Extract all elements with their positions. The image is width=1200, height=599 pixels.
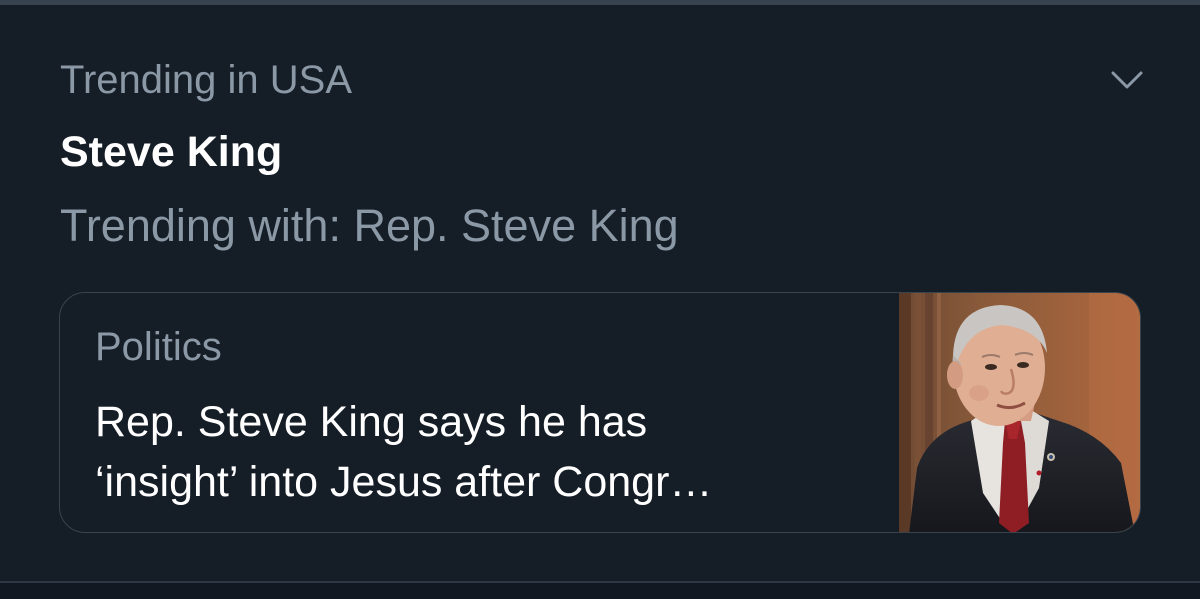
trend-title[interactable]: Steve King: [60, 127, 282, 177]
trend-screen: Trending in USA Steve King Trending with…: [0, 0, 1200, 599]
trending-with-text: Trending with: Rep. Steve King: [60, 200, 679, 251]
card-category: Politics: [95, 325, 222, 369]
news-card[interactable]: Politics Rep. Steve King says he has ‘in…: [59, 292, 1141, 533]
card-thumbnail[interactable]: [899, 293, 1140, 532]
top-divider: [0, 0, 1200, 5]
card-headline-line-2: ‘insight’ into Jesus after Congr…: [95, 458, 713, 506]
thumbnail-image: [899, 293, 1140, 532]
trend-context: Trending in USA: [60, 58, 352, 102]
chevron-down-icon[interactable]: [1107, 66, 1147, 94]
next-item-edge: [0, 583, 1200, 599]
card-headline-line-1: Rep. Steve King says he has: [95, 398, 648, 446]
card-headline[interactable]: Rep. Steve King says he has ‘insight’ in…: [95, 392, 885, 512]
